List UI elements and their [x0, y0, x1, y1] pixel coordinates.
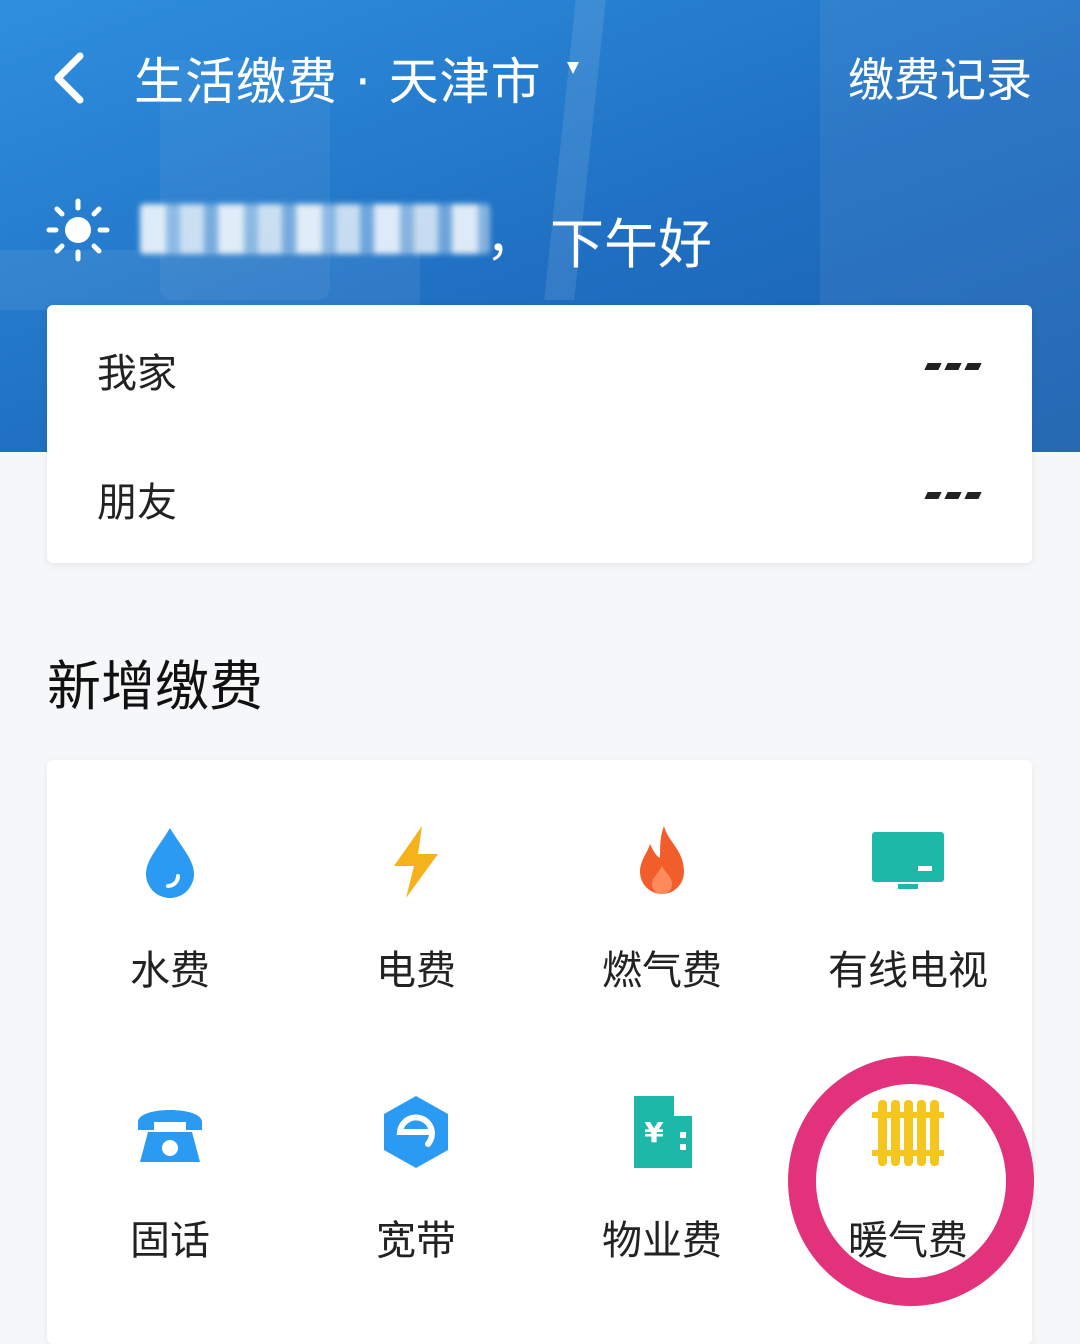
- building-icon: ¥: [622, 1092, 702, 1172]
- service-label: 水费: [130, 948, 210, 994]
- greeting-text: 下午好: [550, 213, 712, 276]
- more-icon[interactable]: [924, 363, 982, 373]
- service-label: 物业费: [602, 1218, 722, 1264]
- tv-icon: [868, 822, 948, 902]
- account-group-name: 我家: [97, 351, 177, 397]
- service-label: 有线电视: [828, 948, 988, 994]
- service-electricity[interactable]: 电费: [293, 760, 539, 1000]
- chevron-left-icon[interactable]: [46, 48, 96, 108]
- greeting-row: ， 下午好: [0, 190, 1080, 280]
- broadband-icon: [376, 1092, 456, 1172]
- user-name-blurred: [140, 204, 490, 254]
- water-drop-icon: [130, 822, 210, 902]
- service-label: 固话: [130, 1218, 210, 1264]
- service-property[interactable]: ¥ 物业费: [539, 1030, 785, 1270]
- caret-down-icon[interactable]: [565, 60, 581, 76]
- account-group-row[interactable]: 朋友: [47, 434, 1032, 563]
- service-label: 电费: [376, 948, 456, 994]
- more-icon[interactable]: [924, 492, 982, 502]
- radiator-icon: [868, 1092, 948, 1172]
- top-bar: 生活缴费 · 天津市 缴费记录: [0, 30, 1080, 120]
- page-title[interactable]: 生活缴费 · 天津市: [134, 42, 542, 114]
- service-water[interactable]: 水费: [47, 760, 293, 1000]
- lightning-icon: [376, 822, 456, 902]
- service-landline[interactable]: 固话: [47, 1030, 293, 1270]
- section-title-new-payment: 新增缴费: [47, 655, 263, 718]
- sun-icon: [46, 198, 110, 262]
- payment-records-link[interactable]: 缴费记录: [848, 44, 1032, 110]
- service-label: 暖气费: [848, 1218, 968, 1264]
- service-gas[interactable]: 燃气费: [539, 760, 785, 1000]
- service-broadband[interactable]: 宽带: [293, 1030, 539, 1270]
- greeting-comma: ，: [486, 209, 536, 267]
- account-group-row[interactable]: 我家: [47, 305, 1032, 434]
- service-label: 宽带: [376, 1218, 456, 1264]
- svg-text:¥: ¥: [644, 1116, 664, 1149]
- flame-icon: [622, 822, 702, 902]
- service-label: 燃气费: [602, 948, 722, 994]
- account-group-name: 朋友: [97, 480, 177, 526]
- services-grid: 水费 电费 燃气费 有线电视 固话 宽带 ¥ 物业费 暖气费: [47, 760, 1032, 1344]
- service-heating[interactable]: 暖气费: [785, 1030, 1031, 1270]
- telephone-icon: [130, 1092, 210, 1172]
- service-cable-tv[interactable]: 有线电视: [785, 760, 1031, 1000]
- account-groups-card: 我家 朋友: [47, 305, 1032, 563]
